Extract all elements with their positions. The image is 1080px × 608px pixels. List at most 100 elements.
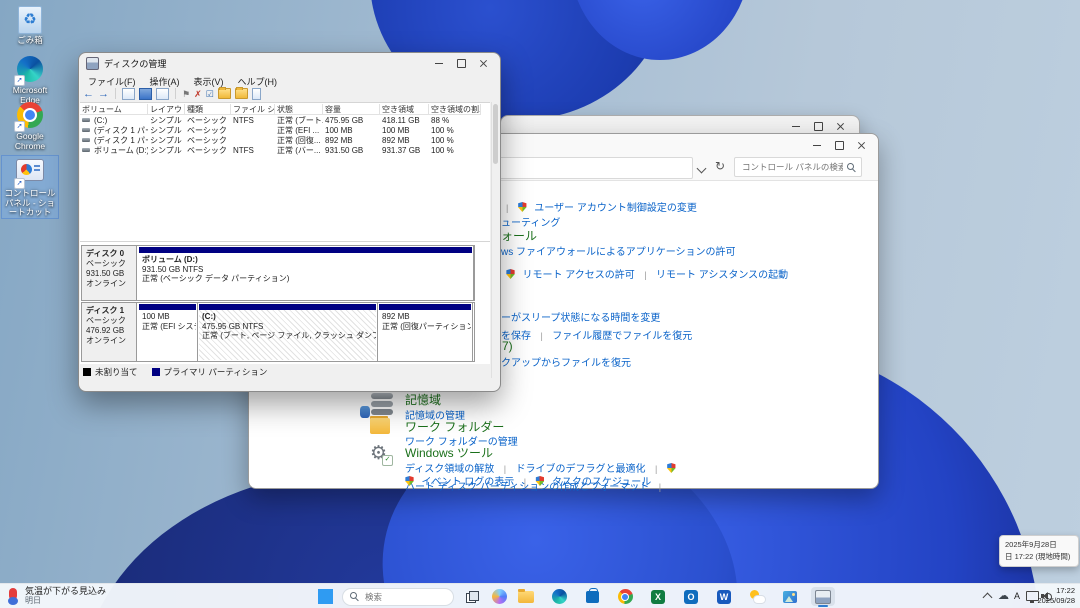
disk-management-window: ディスクの管理 ファイル(F) 操作(A) 表示(V) ヘルプ(H) ← → ⚑…: [78, 52, 501, 392]
desktop-icon-recycle-bin[interactable]: ♻ ごみ箱: [2, 5, 58, 46]
widget-headline: 気温が下がる見込み: [25, 586, 106, 596]
link-remote-assistance[interactable]: リモート アシスタンスの起動: [656, 270, 788, 281]
show-action-pane-icon[interactable]: [156, 88, 169, 100]
outlook-button[interactable]: O: [679, 587, 703, 606]
link-sleep-settings[interactable]: ーがスリープ状態になる時間を変更: [501, 309, 660, 324]
tooltip-date: 2025年9月28日: [1005, 539, 1073, 551]
link-backup-restore-files[interactable]: クアップからファイルを復元: [501, 354, 631, 369]
separator: |: [524, 477, 526, 487]
refresh-icon[interactable]: ↻: [715, 159, 725, 173]
desktop-icon-control-panel[interactable]: ➚ コントロール パネル - ショートカット: [2, 156, 58, 218]
open-folder-icon[interactable]: [218, 88, 231, 99]
desktop-icon-chrome[interactable]: ➚ Google Chrome: [2, 101, 58, 151]
link-view-event-logs[interactable]: イベント ログの表示: [421, 477, 514, 488]
maximize-button[interactable]: [828, 138, 850, 152]
file-explorer-button[interactable]: [514, 587, 538, 606]
column-header[interactable]: 種類: [185, 104, 231, 115]
toolbar: ← → ⚑ ✗ ☑: [83, 86, 261, 101]
close-button[interactable]: [472, 56, 494, 70]
minimize-button[interactable]: [785, 119, 807, 133]
uac-shield-icon: [506, 269, 515, 279]
desktop-icon-edge[interactable]: ➚ Microsoft Edge: [2, 55, 58, 105]
help-icon[interactable]: [139, 88, 152, 100]
link-firewall-allow-app[interactable]: ws ファイアウォールによるアプリケーションの許可: [501, 243, 736, 258]
search-input[interactable]: [734, 157, 862, 177]
chevron-down-icon[interactable]: [697, 164, 707, 174]
link-remote-access[interactable]: リモート アクセスの許可: [522, 270, 634, 281]
desktop-icon-label: ごみ箱: [2, 36, 58, 46]
check-icon[interactable]: ☑: [206, 89, 214, 99]
disk0-info[interactable]: ディスク 0 ベーシック 931.50 GB オンライン: [82, 246, 137, 300]
link-schedule-tasks[interactable]: タスクのスケジュール: [552, 477, 651, 488]
scrollbar[interactable]: [491, 102, 500, 378]
column-header[interactable]: 状態: [275, 104, 323, 115]
weather-icon: [750, 590, 765, 603]
table-row[interactable]: ボリューム (D:) シンプルベーシック NTFS正常 (バー... 931.5…: [80, 146, 490, 156]
maximize-button[interactable]: [807, 119, 829, 133]
column-header[interactable]: ファイル システム: [231, 104, 275, 115]
onedrive-tray[interactable]: ☁: [998, 584, 1009, 608]
uac-shield-icon: [405, 476, 414, 486]
partition-recovery[interactable]: 892 MB 正常 (回復パーティション): [378, 303, 473, 361]
close-button[interactable]: [850, 138, 872, 152]
photos-button[interactable]: [778, 587, 802, 606]
store-button[interactable]: [580, 587, 604, 606]
close-button[interactable]: [829, 119, 851, 133]
heading-firewall[interactable]: ォール: [501, 227, 537, 244]
clock-time: 17:22: [1037, 586, 1075, 596]
tray-chevron[interactable]: [984, 584, 991, 608]
maximize-button[interactable]: [450, 56, 472, 70]
explore-folder-icon[interactable]: [235, 88, 248, 99]
volume-icon: [82, 138, 90, 142]
disk-management-button[interactable]: [811, 587, 835, 606]
clock-date: 2025/09/28: [1037, 596, 1075, 606]
minimize-button[interactable]: [428, 56, 450, 70]
forward-icon[interactable]: →: [98, 88, 109, 100]
separator: |: [644, 270, 646, 280]
legend-label: 未割り当て: [95, 366, 138, 378]
partition-c[interactable]: (C:) 475.95 GB NTFS 正常 (ブート, ページ ファイル, ク…: [198, 303, 378, 361]
column-header[interactable]: 空き領域の割...: [429, 104, 481, 115]
partition-efi[interactable]: 100 MB 正常 (EFI システム パ: [138, 303, 198, 361]
disk1-info[interactable]: ディスク 1 ベーシック 476.92 GB オンライン: [82, 303, 137, 361]
column-header[interactable]: 空き領域: [380, 104, 429, 115]
properties-icon[interactable]: ⚑: [182, 89, 190, 99]
partition-d[interactable]: ボリューム (D:) 931.50 GB NTFS 正常 (ベーシック データ …: [138, 246, 474, 300]
task-view-button[interactable]: [460, 587, 484, 606]
link-uac-settings[interactable]: ユーザー アカウント制御設定の変更: [534, 203, 697, 214]
column-header[interactable]: ボリューム: [80, 104, 148, 115]
word-button[interactable]: W: [712, 587, 736, 606]
heading-storage-spaces[interactable]: 記憶域: [405, 391, 441, 408]
weather-widget[interactable]: 気温が下がる見込み 明日: [6, 586, 106, 605]
uac-shield-icon: [535, 476, 544, 486]
disk0-panel: ディスク 0 ベーシック 931.50 GB オンライン ボリューム (D:) …: [81, 245, 475, 301]
show-console-tree-icon[interactable]: [122, 88, 135, 100]
ime-indicator[interactable]: A: [1014, 584, 1020, 608]
scrollbar-thumb[interactable]: [493, 104, 498, 164]
uac-shield-icon: [667, 463, 676, 473]
back-icon[interactable]: ←: [83, 88, 94, 100]
legend-label: プライマリ パーティション: [164, 366, 268, 378]
chrome-button[interactable]: [613, 587, 637, 606]
taskbar-clock[interactable]: 17:22 2025/09/28: [1037, 586, 1075, 606]
link-row: リモート アクセスの許可 | リモート アシスタンスの起動: [506, 265, 788, 283]
table-row[interactable]: (C:) シンプルベーシック NTFS正常 (ブート... 475.95 GB4…: [80, 116, 490, 126]
column-header[interactable]: レイアウト: [148, 104, 185, 115]
disk-graph-pane: ディスク 0 ベーシック 931.50 GB オンライン ボリューム (D:) …: [80, 241, 490, 364]
weather-app-button[interactable]: [745, 587, 769, 606]
edge-button[interactable]: [547, 587, 571, 606]
chrome-icon: [618, 589, 633, 604]
link-filehistory-restore[interactable]: ファイル履歴でファイルを復元: [552, 331, 692, 342]
primary-partition-swatch: [152, 368, 160, 376]
taskbar-search: [342, 587, 454, 605]
delete-icon[interactable]: ✗: [194, 89, 202, 99]
start-button[interactable]: [318, 589, 333, 604]
column-header[interactable]: 容量: [323, 104, 380, 115]
copilot-button[interactable]: [487, 587, 511, 606]
view-icon[interactable]: [252, 88, 261, 100]
minimize-button[interactable]: [806, 138, 828, 152]
table-row[interactable]: (ディスク 1 パーティシ... シンプルベーシック 正常 (EFI ... 1…: [80, 126, 490, 136]
heading-backup-restore[interactable]: 7): [502, 339, 513, 353]
table-row[interactable]: (ディスク 1 パーティシ... シンプルベーシック 正常 (回復... 892…: [80, 136, 490, 146]
excel-button[interactable]: X: [646, 587, 670, 606]
